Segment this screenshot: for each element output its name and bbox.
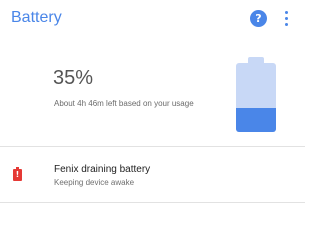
- divider: [0, 146, 305, 147]
- list-item[interactable]: ! Fenix draining battery Keeping device …: [0, 148, 305, 200]
- help-icon[interactable]: ?: [250, 10, 267, 27]
- battery-estimate: About 4h 46m left based on your usage: [54, 99, 194, 108]
- battery-summary: 35% About 4h 46m left based on your usag…: [0, 40, 305, 143]
- more-options-icon[interactable]: [283, 10, 291, 28]
- divider: [0, 202, 305, 203]
- battery-fill: [236, 108, 276, 132]
- page-title: Battery: [11, 9, 62, 26]
- app-bar: Battery ?: [0, 0, 305, 40]
- list-item-title: Fenix draining battery: [54, 164, 151, 175]
- battery-alert-icon: !: [13, 167, 22, 181]
- battery-level-icon: [236, 57, 276, 132]
- battery-percentage: 35%: [53, 67, 94, 89]
- list-item-subtitle: Keeping device awake: [54, 178, 135, 187]
- alert-glyph: !: [15, 170, 20, 179]
- battery-body: [236, 63, 276, 132]
